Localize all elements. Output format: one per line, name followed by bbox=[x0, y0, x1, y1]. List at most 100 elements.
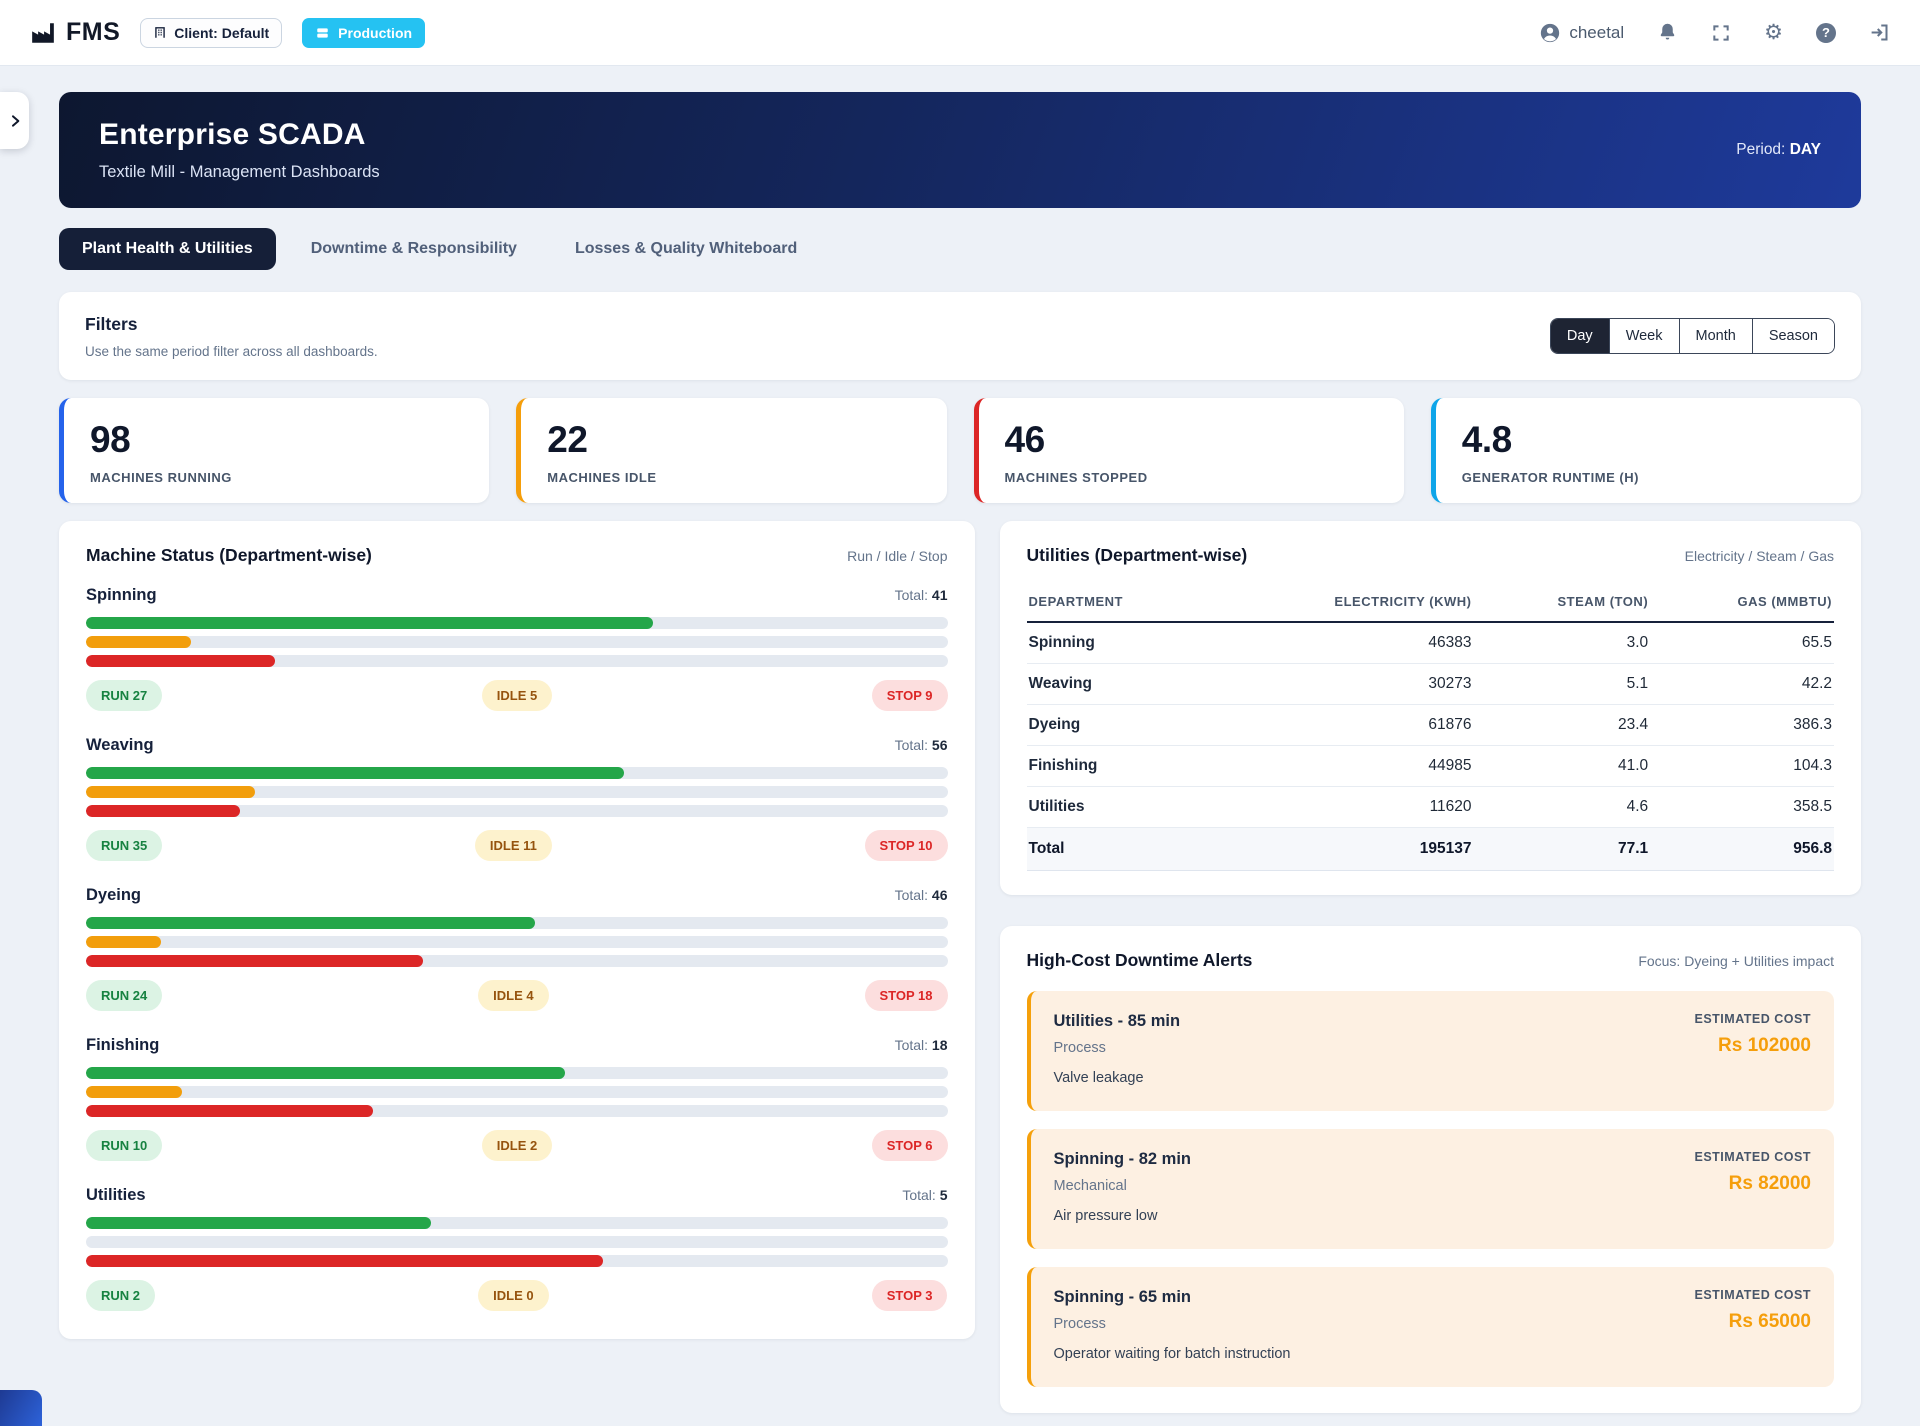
page-title: Enterprise SCADA bbox=[99, 118, 380, 152]
run-bar-fill bbox=[86, 1067, 565, 1079]
total-label: Total: bbox=[895, 887, 928, 903]
bell-icon bbox=[1657, 22, 1678, 43]
total-value: 46 bbox=[932, 887, 948, 903]
idle-pill: IDLE 0 bbox=[478, 1280, 548, 1311]
run-bar-fill bbox=[86, 617, 653, 629]
total-label: Total: bbox=[895, 1037, 928, 1053]
cell-gas: 358.5 bbox=[1650, 787, 1834, 828]
col-electricity: ELECTRICITY (KWH) bbox=[1210, 586, 1473, 622]
run-bar-fill bbox=[86, 1217, 431, 1229]
total-value: 56 bbox=[932, 737, 948, 753]
tab-label: Plant Health & Utilities bbox=[82, 240, 253, 257]
idle-bar-fill bbox=[86, 636, 191, 648]
total-label: Total: bbox=[895, 587, 928, 603]
col-department: DEPARTMENT bbox=[1027, 586, 1211, 622]
server-icon bbox=[315, 26, 330, 40]
department-name: Dyeing bbox=[86, 886, 141, 905]
cell-steam: 3.0 bbox=[1474, 622, 1651, 664]
stop-bar bbox=[86, 805, 948, 817]
machine-status-caption: Run / Idle / Stop bbox=[847, 548, 947, 564]
idle-bar-fill bbox=[86, 1086, 182, 1098]
stop-pill: STOP 3 bbox=[872, 1280, 948, 1311]
fullscreen-icon bbox=[1711, 23, 1731, 43]
top-navbar: FMS Client: Default Production bbox=[0, 0, 1920, 66]
idle-bar bbox=[86, 786, 948, 798]
dashboard-tab[interactable]: Downtime & Responsibility bbox=[288, 228, 540, 270]
machine-status-panel: Machine Status (Department-wise) Run / I… bbox=[59, 521, 975, 1339]
total-gas: 956.8 bbox=[1650, 828, 1834, 871]
department-name: Spinning bbox=[86, 586, 157, 605]
panels-row: Machine Status (Department-wise) Run / I… bbox=[59, 521, 1861, 1413]
dashboard-tabs: Plant Health & Utilities Downtime & Respo… bbox=[59, 228, 1861, 270]
stop-bar bbox=[86, 1255, 948, 1267]
page: FMS Client: Default Production bbox=[0, 0, 1920, 1426]
tab-label: Downtime & Responsibility bbox=[311, 240, 517, 257]
alert-cost-label: ESTIMATED COST bbox=[1695, 1012, 1812, 1026]
notifications-button[interactable] bbox=[1657, 22, 1678, 43]
total-electricity: 195137 bbox=[1210, 828, 1473, 871]
downtime-alert: Spinning - 82 min Mechanical Air pressur… bbox=[1027, 1129, 1835, 1249]
col-steam: STEAM (TON) bbox=[1474, 586, 1651, 622]
period-option[interactable]: Day bbox=[1551, 319, 1609, 353]
table-row: Weaving 30273 5.1 42.2 bbox=[1027, 664, 1835, 705]
cell-electricity: 61876 bbox=[1210, 705, 1473, 746]
run-pill: RUN 2 bbox=[86, 1280, 155, 1311]
period-option[interactable]: Season bbox=[1752, 319, 1834, 353]
total-label: Total: bbox=[902, 1187, 935, 1203]
filters-card: Filters Use the same period filter acros… bbox=[59, 292, 1861, 380]
brand: FMS bbox=[30, 18, 120, 47]
settings-button[interactable]: ⚙ bbox=[1764, 22, 1783, 43]
brand-name: FMS bbox=[66, 18, 120, 47]
help-icon: ? bbox=[1816, 23, 1836, 43]
run-bar bbox=[86, 1217, 948, 1229]
cell-department: Finishing bbox=[1027, 746, 1211, 787]
run-bar bbox=[86, 767, 948, 779]
downtime-alerts-panel: High-Cost Downtime Alerts Focus: Dyeing … bbox=[1000, 926, 1862, 1413]
stop-bar-fill bbox=[86, 1255, 603, 1267]
department-status: Finishing Total: 18 RUN 10 IDLE 2 STOP 6 bbox=[86, 1036, 948, 1161]
alert-note: Valve leakage bbox=[1054, 1070, 1181, 1086]
table-row: Dyeing 61876 23.4 386.3 bbox=[1027, 705, 1835, 746]
production-badge: Production bbox=[302, 18, 425, 48]
downtime-alert: Spinning - 65 min Process Operator waiti… bbox=[1027, 1267, 1835, 1387]
idle-bar-fill bbox=[86, 936, 161, 948]
kpi-card: 22 MACHINES IDLE bbox=[516, 398, 946, 503]
table-total-row: Total 195137 77.1 956.8 bbox=[1027, 828, 1835, 871]
period-option[interactable]: Month bbox=[1679, 319, 1752, 353]
kpi-card: 4.8 GENERATOR RUNTIME (H) bbox=[1431, 398, 1861, 503]
client-badge: Client: Default bbox=[140, 18, 282, 48]
kpi-value: 22 bbox=[547, 419, 920, 461]
help-button[interactable]: ? bbox=[1816, 23, 1836, 43]
run-pill: RUN 24 bbox=[86, 980, 162, 1011]
run-bar-fill bbox=[86, 917, 535, 929]
total-value: 18 bbox=[932, 1037, 948, 1053]
logout-icon bbox=[1869, 22, 1890, 43]
kpi-card: 46 MACHINES STOPPED bbox=[974, 398, 1404, 503]
col-gas: GAS (MMBTU) bbox=[1650, 586, 1834, 622]
user-menu[interactable]: cheetal bbox=[1539, 22, 1624, 44]
fullscreen-button[interactable] bbox=[1711, 23, 1731, 43]
department-status: Spinning Total: 41 RUN 27 IDLE 5 STOP 9 bbox=[86, 586, 948, 711]
department-status: Utilities Total: 5 RUN 2 IDLE 0 STOP 3 bbox=[86, 1186, 948, 1311]
department-name: Utilities bbox=[86, 1186, 146, 1205]
dashboard-tab[interactable]: Losses & Quality Whiteboard bbox=[552, 228, 820, 270]
total-label: Total: bbox=[895, 737, 928, 753]
department-status: Dyeing Total: 46 RUN 24 IDLE 4 STOP 18 bbox=[86, 886, 948, 1011]
period-option[interactable]: Week bbox=[1609, 319, 1679, 353]
filters-subtitle: Use the same period filter across all da… bbox=[85, 344, 378, 359]
alerts-caption: Focus: Dyeing + Utilities impact bbox=[1638, 953, 1834, 969]
sidebar-expand-button[interactable] bbox=[0, 92, 29, 149]
cell-department: Weaving bbox=[1027, 664, 1211, 705]
stop-bar bbox=[86, 655, 948, 667]
run-bar bbox=[86, 917, 948, 929]
logout-button[interactable] bbox=[1869, 22, 1890, 43]
department-total: Total: 41 bbox=[895, 587, 948, 603]
department-name: Weaving bbox=[86, 736, 154, 755]
cell-steam: 23.4 bbox=[1474, 705, 1651, 746]
dashboard-tab[interactable]: Plant Health & Utilities bbox=[59, 228, 276, 270]
gear-icon: ⚙ bbox=[1764, 22, 1783, 43]
stop-pill: STOP 18 bbox=[865, 980, 948, 1011]
alert-category: Process bbox=[1054, 1316, 1291, 1332]
client-badge-label: Client: Default bbox=[174, 25, 269, 41]
alert-title: Spinning - 65 min bbox=[1054, 1288, 1291, 1307]
